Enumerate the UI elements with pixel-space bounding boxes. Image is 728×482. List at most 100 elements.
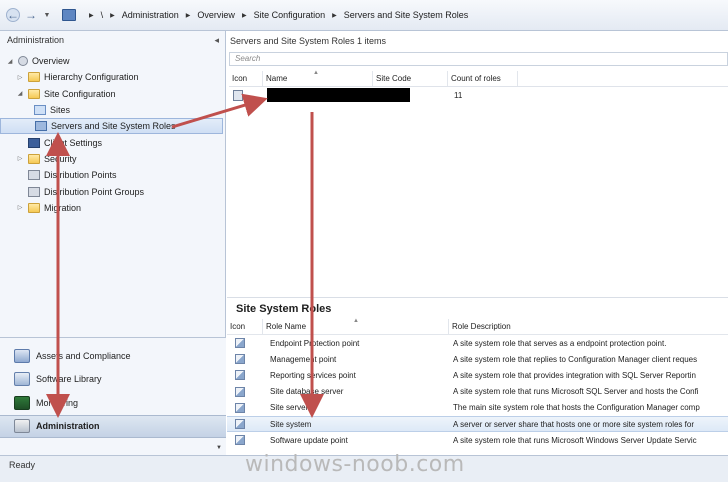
column-header-name[interactable]: Name ▲	[263, 70, 373, 86]
column-header-role-description[interactable]: Role Description	[449, 319, 728, 334]
table-row[interactable]: Site server The main site system role th…	[227, 400, 728, 416]
expanded-icon[interactable]: ◢	[6, 58, 14, 65]
role-description-cell: A server or server share that hosts one …	[453, 419, 694, 429]
navigation-pane: Administration ◂ ◢ Overview ▷ Hierarchy …	[0, 31, 226, 455]
expanded-icon[interactable]: ◢	[16, 90, 24, 97]
role-description-cell: A site system role that runs Microsoft W…	[453, 435, 697, 445]
breadcrumb-separator-icon[interactable]: ▶	[332, 12, 337, 19]
chevron-down-icon[interactable]: ▼	[216, 445, 222, 451]
distribution-point-group-icon	[28, 186, 40, 197]
content-pane: Servers and Site System Roles 1 items Se…	[227, 31, 728, 455]
servers-grid: Icon Name ▲ Site Code Count of roles 11	[229, 70, 728, 103]
tree-item-distribution-point-groups[interactable]: Distribution Point Groups	[0, 183, 225, 199]
site-role-icon	[235, 338, 245, 349]
role-name-cell: Management point	[270, 354, 337, 364]
site-role-icon	[235, 354, 245, 365]
column-header-icon[interactable]: Icon	[229, 71, 263, 86]
software-library-icon	[14, 372, 30, 387]
tree-item-site-configuration[interactable]: ◢ Site Configuration	[0, 86, 225, 102]
workspace-switcher: Assets and Compliance Software Library M…	[0, 337, 226, 455]
folder-icon	[28, 153, 40, 164]
table-row[interactable]: Software update point A site system role…	[227, 432, 728, 448]
workspace-administration[interactable]: Administration	[0, 414, 226, 438]
column-header-icon[interactable]: Icon	[227, 319, 263, 334]
tree-item-label: Migration	[44, 202, 82, 213]
tree-item-client-settings[interactable]: Client Settings	[0, 134, 225, 150]
tree-item-sites[interactable]: Sites	[0, 102, 225, 118]
breadcrumb-separator-icon[interactable]: ▶	[186, 12, 191, 19]
collapsed-icon[interactable]: ▷	[16, 204, 24, 211]
forward-button[interactable]: →	[24, 8, 38, 22]
role-name-cell: Endpoint Protection point	[270, 338, 360, 348]
workspace-assets-and-compliance[interactable]: Assets and Compliance	[0, 344, 226, 368]
workspace-label: Assets and Compliance	[36, 350, 131, 361]
breadcrumb-item-site-configuration[interactable]: Site Configuration	[254, 10, 326, 20]
navigation-pane-title: Administration	[7, 35, 65, 45]
row-icon-cell	[227, 402, 263, 413]
workspace-software-library[interactable]: Software Library	[0, 368, 226, 392]
role-description-cell: The main site system role that hosts the…	[453, 403, 700, 413]
back-button[interactable]: ←	[6, 8, 20, 22]
status-text: Ready	[9, 460, 36, 470]
breadcrumb-item-administration[interactable]: Administration	[122, 10, 179, 20]
role-name-cell: Site database server	[270, 387, 344, 397]
console-icon	[62, 9, 76, 21]
collapsed-icon[interactable]: ▷	[16, 74, 24, 81]
table-row[interactable]: Management point A site system role that…	[227, 351, 728, 367]
breadcrumb: \ ▶ Administration ▶ Overview ▶ Site Con…	[101, 10, 469, 20]
results-header: Servers and Site System Roles 1 items	[230, 36, 387, 46]
workspace-monitoring[interactable]: Monitoring	[0, 391, 226, 415]
role-description-cell: A site system role that replies to Confi…	[453, 354, 698, 364]
tree-item-overview[interactable]: ◢ Overview	[0, 53, 225, 69]
breadcrumb-root[interactable]: \	[101, 10, 104, 20]
column-header-label: Role Name	[266, 322, 307, 331]
tree-item-label: Distribution Points	[44, 170, 117, 181]
column-header-label: Name	[266, 74, 288, 83]
breadcrumb-separator-icon[interactable]: ▶	[110, 12, 115, 19]
folder-icon	[28, 202, 40, 213]
tree-item-label: Security	[44, 153, 77, 164]
tree-item-label: Overview	[32, 56, 70, 67]
site-system-roles-title: Site System Roles	[236, 302, 332, 315]
administration-icon	[14, 419, 30, 434]
workspace-label: Software Library	[36, 374, 102, 385]
column-header-role-name[interactable]: Role Name ▲	[263, 318, 449, 334]
column-header-count-of-roles[interactable]: Count of roles	[448, 71, 518, 86]
workspace-label: Monitoring	[36, 397, 79, 408]
site-role-icon	[235, 419, 245, 430]
navigation-bar: ← → ▼ ▶ \ ▶ Administration ▶ Overview ▶ …	[0, 0, 728, 31]
table-row[interactable]: 11	[229, 87, 728, 103]
workspace-label: Administration	[36, 421, 100, 432]
tree-item-servers-and-site-system-roles[interactable]: Servers and Site System Roles	[0, 118, 223, 135]
grid-header-row: Icon Name ▲ Site Code Count of roles	[229, 70, 728, 87]
column-header-site-code[interactable]: Site Code	[373, 71, 448, 86]
breadcrumb-item-overview[interactable]: Overview	[197, 10, 235, 20]
tree-item-label: Distribution Point Groups	[44, 186, 145, 197]
table-row-selected[interactable]: Site system A server or server share tha…	[227, 415, 728, 433]
table-row[interactable]: Endpoint Protection point A site system …	[227, 335, 728, 351]
collapsed-icon[interactable]: ▷	[16, 155, 24, 162]
folder-icon	[28, 88, 40, 99]
tree-item-security[interactable]: ▷ Security	[0, 151, 225, 167]
server-icon	[233, 89, 243, 101]
table-row[interactable]: Site database server A site system role …	[227, 384, 728, 400]
folder-icon	[28, 72, 40, 83]
breadcrumb-separator-icon: ▶	[89, 12, 94, 19]
history-dropdown-button[interactable]: ▼	[42, 8, 52, 22]
row-icon-cell	[227, 370, 263, 381]
breadcrumb-item-servers[interactable]: Servers and Site System Roles	[344, 10, 469, 20]
row-icon-cell	[227, 419, 263, 430]
tree-item-hierarchy-configuration[interactable]: ▷ Hierarchy Configuration	[0, 69, 225, 85]
collapse-pane-icon[interactable]: ◂	[214, 35, 219, 46]
search-input[interactable]: Search	[229, 52, 728, 66]
table-row[interactable]: Reporting services point A site system r…	[227, 367, 728, 383]
sort-ascending-icon: ▲	[353, 318, 359, 324]
tree-item-distribution-points[interactable]: Distribution Points	[0, 167, 225, 183]
breadcrumb-separator-icon[interactable]: ▶	[242, 12, 247, 19]
watermark-text: windows-noob.com	[245, 452, 465, 477]
monitor-icon	[28, 137, 40, 148]
column-header-filler	[518, 71, 728, 86]
role-name-cell: Software update point	[270, 435, 348, 445]
tree-item-migration[interactable]: ▷ Migration	[0, 200, 225, 216]
row-icon-cell	[229, 89, 263, 101]
